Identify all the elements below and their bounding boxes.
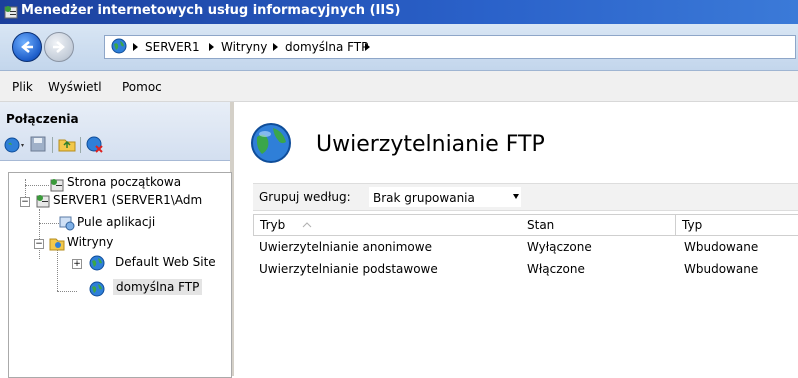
chevron-down-icon[interactable] xyxy=(513,194,519,199)
menu-bar: Plik Wyświetl Pomoc xyxy=(0,71,798,102)
app-pools-icon xyxy=(59,216,75,231)
toolbar-separator xyxy=(80,137,81,153)
tree-connector xyxy=(25,185,49,186)
connections-tree[interactable]: Strona początkowa − SERVER1 (SERVER1\Adm… xyxy=(8,172,232,378)
column-mode-label: Tryb xyxy=(260,218,286,232)
breadcrumb-server[interactable]: SERVER1 xyxy=(145,40,200,54)
row-state: Wyłączone xyxy=(527,240,592,254)
iis-app-icon xyxy=(4,6,18,19)
row-mode: Uwierzytelnianie podstawowe xyxy=(259,262,438,276)
connections-toolbar xyxy=(4,136,224,156)
window-title: Menedżer internetowych usług informacyjn… xyxy=(21,3,401,18)
tree-connector xyxy=(39,223,59,224)
connections-pane: Połączenia Strona początkowa − SERVER1 (… xyxy=(0,102,234,378)
tree-item-sites[interactable]: Witryny xyxy=(67,235,113,249)
column-state-label: Stan xyxy=(527,218,555,232)
group-by-value: Brak grupowania xyxy=(373,191,475,205)
row-mode: Uwierzytelnianie anonimowe xyxy=(259,240,432,254)
globe-icon xyxy=(89,255,105,271)
tree-connector xyxy=(57,247,58,291)
sites-folder-icon xyxy=(49,238,65,251)
chevron-right-icon xyxy=(209,43,214,51)
connect-icon[interactable] xyxy=(4,136,26,157)
group-by-label: Grupuj według: xyxy=(259,190,351,204)
back-button[interactable] xyxy=(12,32,42,62)
sort-ascending-icon xyxy=(302,222,312,228)
tree-item-start-page[interactable]: Strona początkowa xyxy=(67,175,181,189)
row-type: Wbudowane xyxy=(684,240,759,254)
forward-button[interactable] xyxy=(44,32,74,62)
tree-connector xyxy=(39,209,40,259)
forward-arrow-icon xyxy=(53,41,65,53)
folder-up-icon[interactable] xyxy=(58,136,76,155)
back-arrow-icon xyxy=(21,41,33,53)
connections-title: Połączenia xyxy=(6,112,79,126)
breadcrumb-sites[interactable]: Witryny xyxy=(221,40,267,54)
collapse-server-icon[interactable]: − xyxy=(20,197,30,207)
chevron-right-icon xyxy=(273,43,278,51)
save-icon[interactable] xyxy=(30,136,46,155)
ftp-auth-globe-icon xyxy=(251,123,291,163)
start-page-icon xyxy=(50,179,64,192)
group-by-bar: Grupuj według: Brak grupowania xyxy=(253,183,798,211)
navigation-bar: SERVER1 Witryny domyślna FTP xyxy=(0,24,798,71)
disconnect-icon[interactable] xyxy=(86,136,104,157)
column-type-label: Typ xyxy=(682,218,703,232)
menu-view[interactable]: Wyświetl xyxy=(48,80,102,94)
breadcrumb-ftp-site[interactable]: domyślna FTP xyxy=(285,40,368,54)
row-type: Wbudowane xyxy=(684,262,759,276)
menu-help[interactable]: Pomoc xyxy=(122,80,162,94)
group-by-select[interactable]: Brak grupowania xyxy=(369,187,521,207)
chevron-right-icon[interactable] xyxy=(365,43,370,51)
main-pane: Uwierzytelnianie FTP Grupuj według: Brak… xyxy=(234,102,798,376)
globe-icon xyxy=(111,38,127,54)
globe-icon xyxy=(89,281,105,297)
address-field[interactable]: SERVER1 Witryny domyślna FTP xyxy=(104,35,796,59)
tree-item-ftp-site[interactable]: domyślna FTP xyxy=(113,279,203,295)
server-icon xyxy=(36,195,50,208)
menu-file[interactable]: Plik xyxy=(12,80,33,94)
tree-item-default-web-site[interactable]: Default Web Site xyxy=(115,255,216,269)
page-title: Uwierzytelnianie FTP xyxy=(316,132,545,157)
chevron-right-icon xyxy=(133,43,138,51)
column-header-state[interactable]: Stan xyxy=(521,214,676,236)
column-header-mode[interactable]: Tryb xyxy=(253,214,522,236)
tree-item-server[interactable]: SERVER1 (SERVER1\Adm xyxy=(53,193,202,207)
toolbar-separator xyxy=(52,137,53,153)
tree-connector xyxy=(57,291,77,292)
window-titlebar: Menedżer internetowych usług informacyjn… xyxy=(0,0,798,24)
tree-item-app-pools[interactable]: Pule aplikacji xyxy=(77,215,155,229)
column-header-type[interactable]: Typ xyxy=(676,214,798,236)
expand-default-site-icon[interactable]: + xyxy=(72,259,82,269)
collapse-sites-icon[interactable]: − xyxy=(34,239,44,249)
row-state: Włączone xyxy=(527,262,585,276)
connections-header: Połączenia xyxy=(0,102,230,161)
